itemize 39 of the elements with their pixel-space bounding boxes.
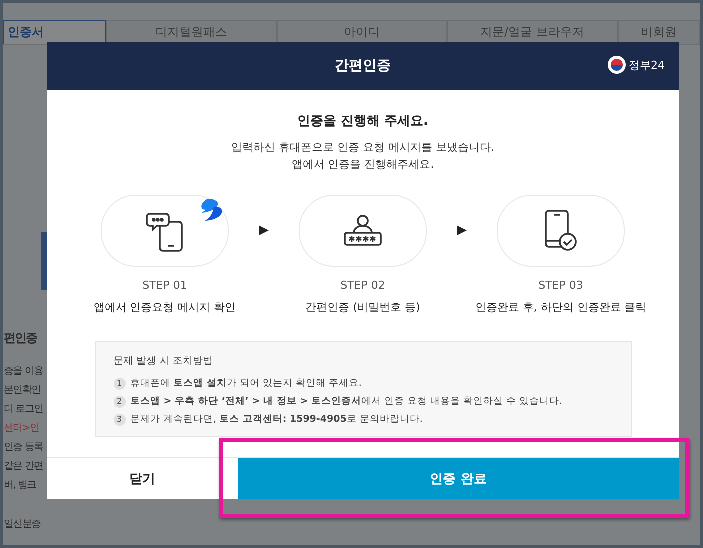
help-text: 문제가 계속된다면, 토스 고객센터: 1599-4905로 문의바랍니다. [130, 413, 423, 426]
step-label: STEP 02 [340, 279, 386, 292]
body-text: 디 로그인 [4, 403, 44, 416]
confirm-button[interactable]: 인증 완료 [238, 458, 679, 499]
step-caption: 앱에서 인증요청 메시지 확인 [94, 300, 236, 315]
tab[interactable]: 인증서 [3, 20, 106, 44]
description-text: 앱에서 인증을 진행해주세요. [292, 157, 434, 173]
arrow-icon: ▶ [245, 223, 283, 238]
tab[interactable]: 비회원 [618, 20, 700, 44]
step-caption: 간편인증 (비밀번호 등) [306, 300, 420, 315]
user-password-icon [343, 215, 383, 247]
body-text: 본인확인 [4, 384, 41, 397]
number-badge: 2 [114, 396, 126, 408]
instruction-heading: 인증을 진행해 주세요. [298, 113, 428, 130]
help-title: 문제 발생 시 조치방법 [114, 355, 214, 368]
step-caption: 인증완료 후, 하단의 인증완료 클릭 [475, 300, 647, 315]
help-text: 토스앱 > 우측 하단 ‘전체’ > 내 정보 > 토스인증서에서 인증 요청 내용을 확인하실 수 있습니다. [130, 395, 563, 408]
body-text: 일신분증 [4, 518, 41, 531]
dialog-title: 간편인증 [335, 57, 391, 75]
tab[interactable]: 지문/얼굴 브라우저 [447, 20, 618, 44]
section-heading: 편인증 [4, 330, 37, 347]
tab[interactable]: 아이디 [276, 20, 448, 44]
body-text: 같은 간편 [4, 460, 44, 473]
step-label: STEP 03 [538, 279, 584, 292]
description-text: 입력하신 휴대폰으로 인증 요청 메시지를 보냈습니다. [232, 140, 494, 156]
phone-check-icon [544, 210, 578, 252]
body-text: 증을 이용 [4, 365, 44, 378]
tab[interactable]: 디지털원패스 [106, 20, 277, 44]
body-text: 버, 뱅크 [4, 479, 36, 492]
logo-text: 정부24 [629, 58, 665, 72]
body-text: 인증 등록 [4, 441, 44, 454]
text-link[interactable]: 센터>인 [4, 421, 40, 435]
chat-phone-icon [146, 210, 184, 252]
number-badge: 3 [114, 414, 126, 426]
step-label: STEP 01 [142, 279, 188, 292]
arrow-icon: ▶ [443, 223, 481, 238]
emblem-icon [608, 56, 626, 74]
help-text: 휴대폰에 토스앱 설치가 되어 있는지 확인해 주세요. [130, 377, 362, 390]
number-badge: 1 [114, 378, 126, 390]
